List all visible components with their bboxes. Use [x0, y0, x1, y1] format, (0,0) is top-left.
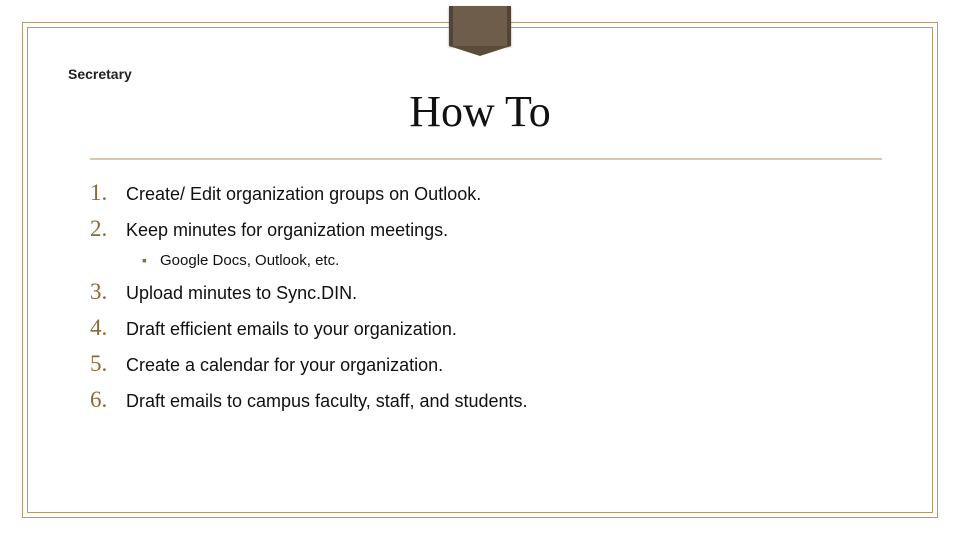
- list-number: 1.: [90, 180, 120, 206]
- slide-outer-frame: Secretary How To 1. Create/ Edit organiz…: [22, 22, 938, 518]
- list-text: Create/ Edit organization groups on Outl…: [120, 184, 481, 205]
- list-item: 5. Create a calendar for your organizati…: [90, 351, 882, 377]
- list-item: 6. Draft emails to campus faculty, staff…: [90, 387, 882, 413]
- content-list: 1. Create/ Edit organization groups on O…: [90, 180, 882, 423]
- slide-title: How To: [28, 86, 932, 137]
- list-number: 6.: [90, 387, 120, 413]
- sub-list-text: Google Docs, Outlook, etc.: [160, 252, 339, 269]
- list-text: Draft emails to campus faculty, staff, a…: [120, 391, 528, 412]
- list-text: Upload minutes to Sync.DIN.: [120, 283, 357, 304]
- list-text: Create a calendar for your organization.: [120, 355, 443, 376]
- list-item: 1. Create/ Edit organization groups on O…: [90, 180, 882, 206]
- list-text: Keep minutes for organization meetings.: [120, 220, 448, 241]
- ribbon-tab-icon: [449, 6, 511, 46]
- list-number: 2.: [90, 216, 120, 242]
- list-number: 5.: [90, 351, 120, 377]
- title-divider: [90, 158, 882, 160]
- list-item: 2. Keep minutes for organization meeting…: [90, 216, 882, 242]
- square-bullet-icon: ▪: [142, 252, 160, 268]
- list-number: 3.: [90, 279, 120, 305]
- list-number: 4.: [90, 315, 120, 341]
- list-item: 3. Upload minutes to Sync.DIN.: [90, 279, 882, 305]
- sub-list-item: ▪ Google Docs, Outlook, etc.: [142, 252, 882, 269]
- list-item: 4. Draft efficient emails to your organi…: [90, 315, 882, 341]
- list-text: Draft efficient emails to your organizat…: [120, 319, 457, 340]
- section-label: Secretary: [68, 66, 132, 82]
- slide-inner-frame: Secretary How To 1. Create/ Edit organiz…: [27, 27, 933, 513]
